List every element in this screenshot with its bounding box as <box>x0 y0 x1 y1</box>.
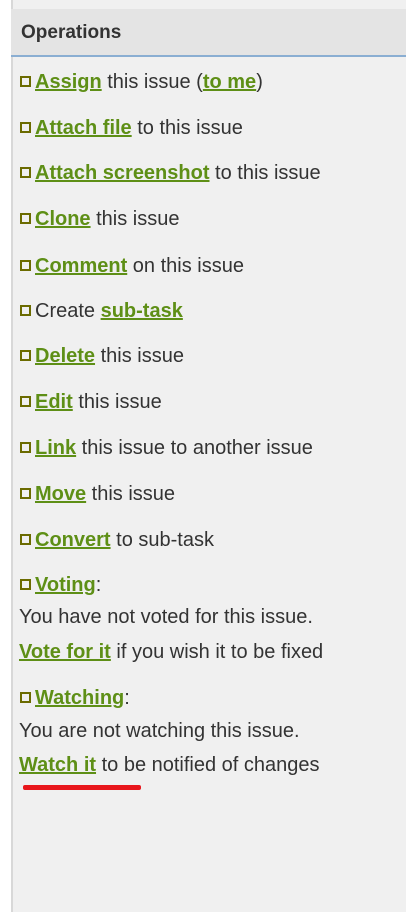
comment-link[interactable]: Comment <box>35 255 127 277</box>
vote-action: Vote for it if you wish it to be fixed <box>19 641 324 663</box>
attach-screenshot-link[interactable]: Attach screenshot <box>35 162 210 184</box>
bullet-icon <box>20 213 31 224</box>
delete-link[interactable]: Delete <box>35 345 95 367</box>
bullet-icon <box>20 442 31 453</box>
watch-it-link[interactable]: Watch it <box>19 754 96 776</box>
bullet-icon <box>20 692 31 703</box>
bullet-icon <box>20 396 31 407</box>
edit-link[interactable]: Edit <box>35 391 73 413</box>
operation-link: Link this issue to another issue <box>18 436 313 460</box>
vote-for-it-link[interactable]: Vote for it <box>19 641 111 663</box>
voting-heading: Voting: <box>18 573 101 597</box>
sub-task-link[interactable]: sub-task <box>101 300 183 322</box>
watching-status: You are not watching this issue. <box>19 720 300 742</box>
bullet-icon <box>20 350 31 361</box>
operations-title: Operations <box>21 22 122 43</box>
bullet-icon <box>20 76 31 87</box>
voting-status: You have not voted for this issue. <box>19 606 313 628</box>
operation-delete: Delete this issue <box>18 344 184 368</box>
move-link[interactable]: Move <box>35 483 86 505</box>
bullet-icon <box>20 260 31 271</box>
operation-edit: Edit this issue <box>18 390 162 414</box>
bullet-icon <box>20 305 31 316</box>
assign-link[interactable]: Assign <box>35 71 102 93</box>
highlight-underline <box>23 785 141 790</box>
operation-move: Move this issue <box>18 482 175 506</box>
operation-convert: Convert to sub-task <box>18 528 214 552</box>
convert-link[interactable]: Convert <box>35 529 111 551</box>
operation-comment: Comment on this issue <box>18 254 244 278</box>
bullet-icon <box>20 534 31 545</box>
operation-create-subtask: Create sub-task <box>18 299 183 323</box>
assign-to-me-link[interactable]: to me <box>203 71 256 93</box>
bullet-icon <box>20 488 31 499</box>
operation-clone: Clone this issue <box>18 207 180 231</box>
operation-assign: Assign this issue (to me) <box>18 70 263 94</box>
attach-file-link[interactable]: Attach file <box>35 117 132 139</box>
link-issue-link[interactable]: Link <box>35 437 76 459</box>
operations-header: Operations <box>11 9 406 57</box>
watching-heading: Watching: <box>18 686 130 710</box>
bullet-icon <box>20 579 31 590</box>
voting-link[interactable]: Voting <box>35 574 96 596</box>
operation-attach-screenshot: Attach screenshot to this issue <box>18 161 321 185</box>
bullet-icon <box>20 122 31 133</box>
watch-action: Watch it to be notified of changes <box>19 754 320 776</box>
bullet-icon <box>20 167 31 178</box>
clone-link[interactable]: Clone <box>35 208 91 230</box>
operation-attach-file: Attach file to this issue <box>18 116 243 140</box>
watching-link[interactable]: Watching <box>35 687 124 709</box>
